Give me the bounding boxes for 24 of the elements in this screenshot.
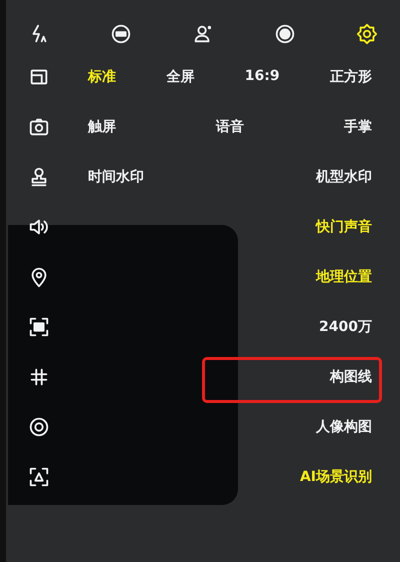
grid-icon[interactable] bbox=[28, 366, 50, 388]
option-label[interactable]: 触屏 bbox=[88, 118, 116, 136]
option-label[interactable]: 全屏 bbox=[166, 68, 194, 86]
filter-icon[interactable] bbox=[110, 23, 132, 45]
option-label[interactable]: AI场景识别 bbox=[300, 468, 372, 486]
option-label[interactable]: 构图线 bbox=[330, 368, 372, 386]
option-label[interactable]: 手掌 bbox=[344, 118, 372, 136]
option-label[interactable]: 人像构图 bbox=[316, 418, 372, 436]
ring-icon[interactable] bbox=[274, 23, 296, 45]
settings-icon[interactable] bbox=[356, 23, 378, 45]
camera-icon[interactable] bbox=[28, 116, 50, 138]
option-label[interactable]: 语音 bbox=[216, 118, 244, 136]
scan-icon[interactable] bbox=[28, 316, 50, 338]
option-label[interactable]: 2400万 bbox=[319, 318, 372, 336]
portrait-icon[interactable] bbox=[192, 23, 214, 45]
option-label[interactable]: 快门声音 bbox=[316, 218, 372, 236]
option-label[interactable]: 时间水印 bbox=[88, 168, 144, 186]
option-label[interactable]: 机型水印 bbox=[316, 168, 372, 186]
option-label[interactable]: 标准 bbox=[88, 68, 116, 86]
option-label[interactable]: 地理位置 bbox=[316, 268, 372, 286]
target-icon[interactable] bbox=[28, 416, 50, 438]
scene-scan-icon[interactable] bbox=[28, 466, 50, 488]
option-label[interactable]: 16:9 bbox=[244, 68, 280, 86]
option-label[interactable]: 正方形 bbox=[330, 68, 372, 86]
